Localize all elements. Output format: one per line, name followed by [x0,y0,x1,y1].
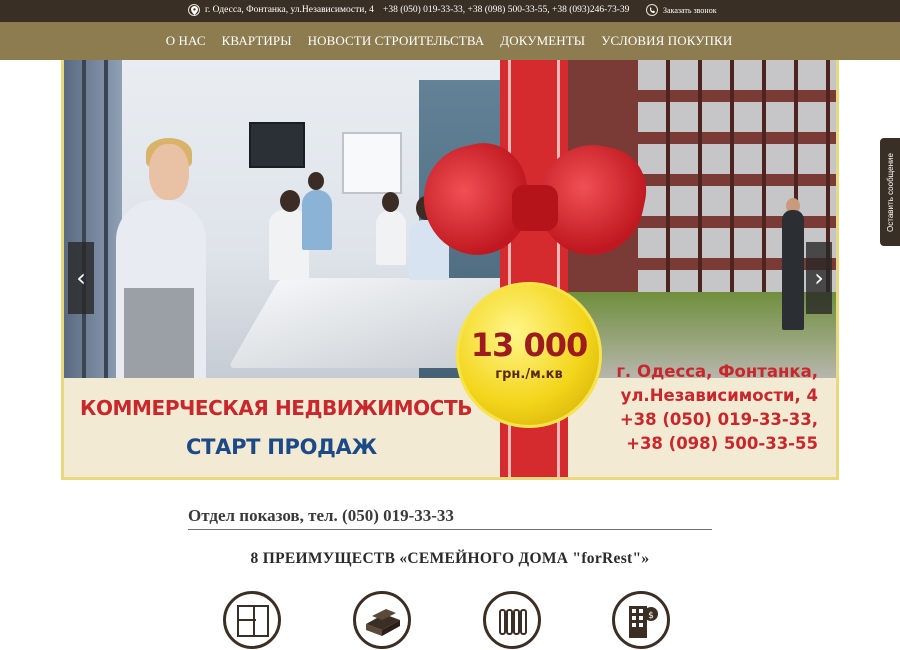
phone-icon [646,4,658,16]
address-block: г. Одесса, Фонтанка, ул.Независимости, 4 [188,4,374,16]
address-text: г. Одесса, Фонтанка, ул.Независимости, 4 [205,5,374,15]
advantages-title: 8 ПРЕИМУЩЕСТВ «СЕМЕЙНОГО ДОМА "forRest"» [250,550,650,567]
nav-item-4[interactable]: УСЛОВИЯ ПОКУПКИ [601,33,732,49]
callback-label[interactable]: Заказать звонок [663,6,717,15]
banner-address-line1: г. Одесса, Фонтанка, [616,362,818,381]
price-unit: грн./м.кв [495,366,563,382]
tv-screen [249,122,305,168]
whiteboard [342,132,402,194]
leave-message-tab[interactable]: Оставить сообщение [880,138,900,246]
bricks-icon[interactable] [353,591,411,649]
nav-item-3[interactable]: ДОКУМЕНТЫ [500,33,585,49]
leave-message-label: Оставить сообщение [885,152,895,232]
svg-text:$: $ [648,611,654,621]
banner-contact: г. Одесса, Фонтанка, ул.Независимости, 4… [616,360,818,456]
floor-plan-icon[interactable] [223,591,281,649]
advantages-icons: $ [0,591,900,650]
businessman [782,210,804,330]
top-info-bar: г. Одесса, Фонтанка, ул.Независимости, 4… [0,0,900,22]
banner-headline: КОММЕРЧЕСКАЯ НЕДВИЖИМОСТЬ [80,396,473,420]
price-value: 13 000 [470,325,588,364]
banner-phone2: +38 (098) 500-33-55 [626,434,818,453]
building-money-icon[interactable]: $ [612,591,670,649]
nav-list: О НАС КВАРТИРЫ НОВОСТИ СТРОИТЕЛЬСТВА ДОКУМЕ… [166,33,733,49]
banner-address-line2: ул.Независимости, 4 [620,386,818,405]
phone-numbers[interactable]: +38 (050) 019-33-33, +38 (098) 500-33-55… [383,5,629,15]
banner-subheadline: СТАРТ ПРОДАЖ [186,435,377,459]
nav-item-2[interactable]: НОВОСТИ СТРОИТЕЛЬСТВА [308,33,485,49]
hero-banner: ‹ › 13 000 грн./м.кв КОММЕРЧЕСКАЯ НЕДВИЖ… [61,60,839,480]
price-badge: 13 000 грн./м.кв [456,282,602,428]
slider-next-button[interactable]: › [806,242,832,314]
slider-prev-button[interactable]: ‹ [68,242,94,314]
nav-item-1[interactable]: КВАРТИРЫ [222,33,292,49]
banner-phone1: +38 (050) 019-33-33, [619,410,818,429]
callback-link[interactable]: Заказать звонок [646,4,717,16]
gift-bow [413,135,655,290]
radiator-icon[interactable] [483,591,541,649]
map-pin-icon [188,4,200,16]
showroom-contact: Отдел показов, тел. (050) 019-33-33 [188,506,712,530]
nav-item-0[interactable]: О НАС [166,33,206,49]
main-navigation: О НАС КВАРТИРЫ НОВОСТИ СТРОИТЕЛЬСТВА ДОКУМЕ… [0,22,900,60]
